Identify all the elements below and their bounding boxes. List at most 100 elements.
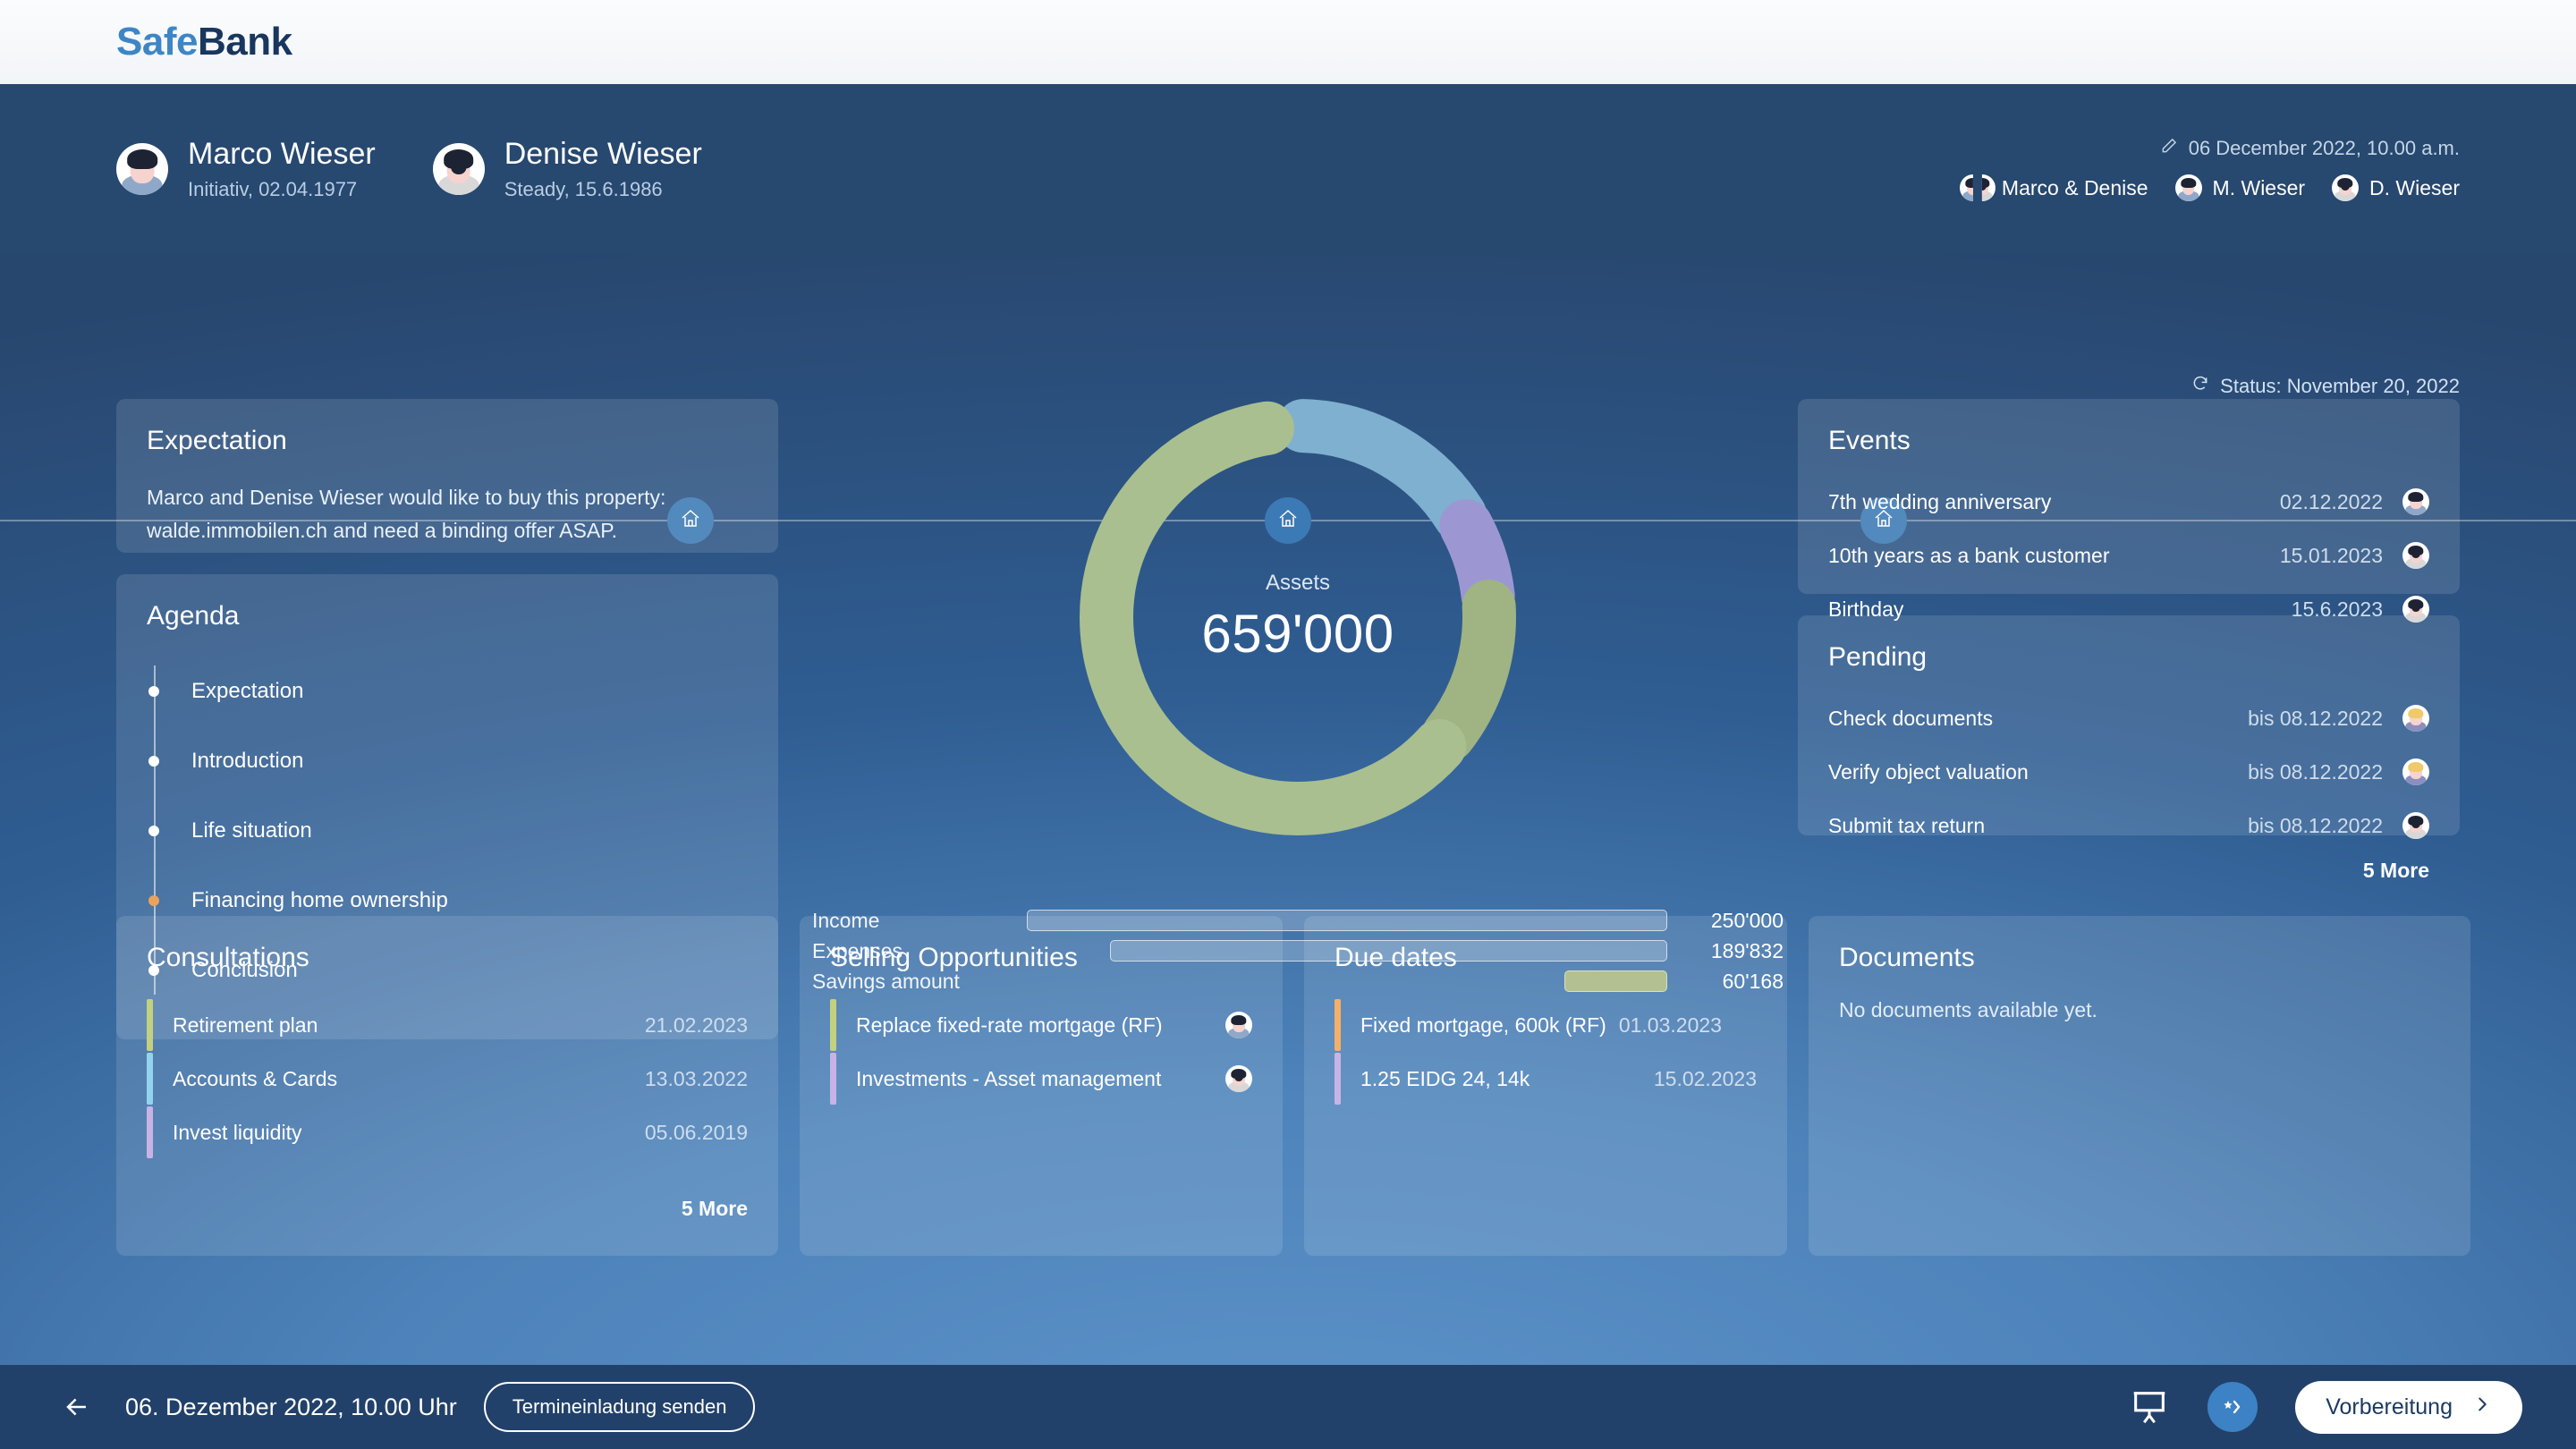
appointment-date-row[interactable]: 06 December 2022, 10.00 a.m. bbox=[1964, 137, 2460, 160]
consultations-card: Consultations Retirement plan 21.02.2023… bbox=[116, 916, 778, 1256]
middle-column: Assets 659'000 Income 250'000 Expenses 1… bbox=[801, 399, 1794, 996]
list-item[interactable]: Invest liquidity 05.06.2019 bbox=[147, 1106, 748, 1159]
female-avatar bbox=[2402, 542, 2429, 569]
list-item[interactable]: Fixed mortgage, 600k (RF) 01.03.2023 bbox=[1335, 998, 1757, 1052]
list-item[interactable]: Submit tax return bis 08.12.2022 bbox=[1828, 805, 2429, 846]
client-denise[interactable]: Denise Wieser Steady, 15.6.1986 bbox=[432, 137, 702, 200]
agenda-item-label: Introduction bbox=[191, 749, 304, 773]
category-color-bar bbox=[830, 1053, 836, 1105]
status-text: Status: November 20, 2022 bbox=[2220, 375, 2460, 397]
header-right: 06 December 2022, 10.00 a.m. Marco & Den… bbox=[1959, 137, 2460, 201]
bottom-row: Consultations Retirement plan 21.02.2023… bbox=[116, 916, 2470, 1256]
documents-card: Documents No documents available yet. bbox=[1809, 916, 2470, 1256]
agenda-item-life-situation[interactable]: Life situation bbox=[148, 796, 748, 866]
agenda-item-introduction[interactable]: Introduction bbox=[148, 726, 748, 796]
client-header: Marco Wieser Initiativ, 02.04.1977 Denis… bbox=[0, 84, 2576, 254]
list-item[interactable]: Retirement plan 21.02.2023 bbox=[147, 998, 748, 1052]
agenda-item-label: Life situation bbox=[191, 818, 312, 843]
consultations-more-link[interactable]: 5 More bbox=[147, 1197, 748, 1221]
arrow-left-icon bbox=[66, 1398, 86, 1416]
agenda-item-expectation[interactable]: Expectation bbox=[148, 657, 748, 726]
male-avatar bbox=[116, 143, 168, 195]
list-item[interactable]: 10th years as a bank customer 15.01.2023 bbox=[1828, 535, 2429, 576]
blonde-avatar bbox=[2402, 758, 2429, 785]
male-avatar bbox=[2402, 488, 2429, 515]
event-title: 7th wedding anniversary bbox=[1828, 489, 2052, 513]
event-date: 02.12.2022 bbox=[2279, 489, 2383, 513]
couple-avatar bbox=[1959, 174, 1996, 201]
preparation-button-label: Vorbereitung bbox=[2326, 1394, 2453, 1419]
due-date-title: Fixed mortgage, 600k (RF) bbox=[1360, 1013, 1606, 1037]
event-date: 15.01.2023 bbox=[2279, 543, 2383, 567]
due-date-value: 01.03.2023 bbox=[1618, 1013, 1722, 1037]
consultation-title: Accounts & Cards bbox=[173, 1066, 338, 1090]
agenda-title: Agenda bbox=[147, 601, 240, 631]
female-avatar bbox=[1225, 1065, 1252, 1092]
chip-label: Marco & Denise bbox=[2001, 175, 2148, 199]
preparation-button[interactable]: Vorbereitung bbox=[2295, 1380, 2522, 1434]
category-color-bar bbox=[830, 999, 836, 1051]
category-color-bar bbox=[147, 999, 153, 1051]
list-item[interactable]: Replace fixed-rate mortgage (RF) bbox=[830, 998, 1252, 1052]
chip-marco-and-denise[interactable]: Marco & Denise bbox=[1959, 174, 2148, 201]
female-avatar bbox=[2402, 596, 2429, 623]
footer-right: Vorbereitung bbox=[2129, 1380, 2522, 1434]
pending-date: bis 08.12.2022 bbox=[2248, 706, 2383, 730]
events-title: Events bbox=[1828, 426, 1911, 455]
pencil-icon bbox=[2160, 137, 2178, 160]
chip-m-wieser[interactable]: M. Wieser bbox=[2174, 174, 2305, 201]
send-invitation-button[interactable]: Termineinladung senden bbox=[483, 1382, 756, 1432]
due-dates-card: Due dates Fixed mortgage, 600k (RF) 01.0… bbox=[1304, 916, 1787, 1256]
brand-logo[interactable]: SafeBank bbox=[116, 20, 292, 64]
consultation-title: Retirement plan bbox=[173, 1013, 318, 1037]
presentation-button[interactable] bbox=[2129, 1386, 2170, 1428]
status-line[interactable]: Status: November 20, 2022 bbox=[2191, 375, 2460, 398]
brand-logo-part2: Bank bbox=[197, 20, 292, 64]
refresh-icon bbox=[2191, 375, 2209, 398]
quick-action-button[interactable] bbox=[2207, 1382, 2258, 1432]
assets-donut-chart: Assets 659'000 bbox=[801, 399, 1794, 900]
list-item[interactable]: Investments - Asset management bbox=[830, 1052, 1252, 1106]
category-color-bar bbox=[147, 1106, 153, 1158]
male-avatar bbox=[1225, 1012, 1252, 1038]
star-forward-icon bbox=[2224, 1400, 2241, 1414]
chip-d-wieser[interactable]: D. Wieser bbox=[2332, 174, 2460, 201]
client-meta: Initiativ, 02.04.1977 bbox=[188, 177, 358, 200]
pending-card: Pending Check documents bis 08.12.2022 V… bbox=[1798, 615, 2460, 882]
female-avatar bbox=[2402, 812, 2429, 839]
back-button[interactable] bbox=[54, 1384, 100, 1430]
pending-title-text: Verify object valuation bbox=[1828, 759, 2029, 784]
pending-title-text: Check documents bbox=[1828, 706, 1994, 730]
client-list: Marco Wieser Initiativ, 02.04.1977 Denis… bbox=[116, 137, 702, 200]
female-avatar bbox=[432, 143, 485, 195]
consultation-date: 13.03.2022 bbox=[644, 1066, 748, 1090]
expectation-card: Expectation Marco and Denise Wieser woul… bbox=[116, 399, 778, 553]
list-item[interactable]: Verify object valuation bis 08.12.2022 bbox=[1828, 751, 2429, 792]
documents-title: Documents bbox=[1839, 943, 1975, 972]
female-avatar bbox=[2332, 174, 2360, 201]
pending-date: bis 08.12.2022 bbox=[2248, 813, 2383, 837]
appointment-date: 06 December 2022, 10.00 a.m. bbox=[2188, 137, 2460, 159]
consultation-date: 21.02.2023 bbox=[644, 1013, 748, 1037]
pending-more-link[interactable]: 5 More bbox=[1828, 859, 2429, 883]
right-column: Events 7th wedding anniversary 02.12.202… bbox=[1798, 399, 2460, 882]
consultation-title: Invest liquidity bbox=[173, 1120, 302, 1144]
agenda-dot-icon bbox=[148, 756, 159, 767]
app-body: Marco Wieser Initiativ, 02.04.1977 Denis… bbox=[0, 84, 2576, 1449]
event-date: 15.6.2023 bbox=[2291, 597, 2383, 621]
list-item[interactable]: Accounts & Cards 13.03.2022 bbox=[147, 1052, 748, 1106]
consultations-title: Consultations bbox=[147, 943, 309, 972]
client-marco[interactable]: Marco Wieser Initiativ, 02.04.1977 bbox=[116, 137, 376, 200]
list-item[interactable]: Check documents bis 08.12.2022 bbox=[1828, 698, 2429, 739]
agenda-dot-icon bbox=[148, 686, 159, 697]
blonde-avatar bbox=[2402, 705, 2429, 732]
selling-title: Investments - Asset management bbox=[856, 1066, 1162, 1090]
pending-date: bis 08.12.2022 bbox=[2248, 759, 2383, 784]
expectation-body: Marco and Denise Wieser would like to bu… bbox=[147, 486, 666, 542]
pending-title-text: Submit tax return bbox=[1828, 813, 1986, 837]
selling-title: Replace fixed-rate mortgage (RF) bbox=[856, 1013, 1163, 1037]
consultation-date: 05.06.2019 bbox=[644, 1120, 748, 1144]
list-item[interactable]: 1.25 EIDG 24, 14k 15.02.2023 bbox=[1335, 1052, 1757, 1106]
list-item[interactable]: 7th wedding anniversary 02.12.2022 bbox=[1828, 481, 2429, 522]
selling-opportunities-title: Selling Opportunities bbox=[830, 943, 1078, 972]
